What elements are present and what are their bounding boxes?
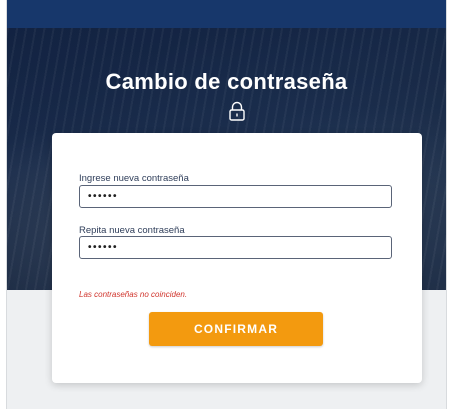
- repeat-password-label: Repita nueva contraseña: [79, 225, 185, 236]
- repeat-password-field[interactable]: ••••••: [79, 236, 392, 259]
- new-password-value: ••••••: [88, 191, 119, 202]
- lock-icon: [229, 101, 245, 121]
- app-frame: Cambio de contraseña Ingrese nueva contr…: [6, 0, 447, 409]
- top-bar: [7, 0, 446, 28]
- password-change-card: Ingrese nueva contraseña •••••• Repita n…: [52, 133, 422, 383]
- new-password-field[interactable]: ••••••: [79, 185, 392, 208]
- repeat-password-value: ••••••: [88, 242, 119, 253]
- page-title: Cambio de contraseña: [105, 69, 348, 94]
- confirm-button[interactable]: CONFIRMAR: [149, 312, 323, 346]
- error-message: Las contraseñas no coinciden.: [79, 290, 188, 299]
- new-password-label: Ingrese nueva contraseña: [79, 173, 189, 184]
